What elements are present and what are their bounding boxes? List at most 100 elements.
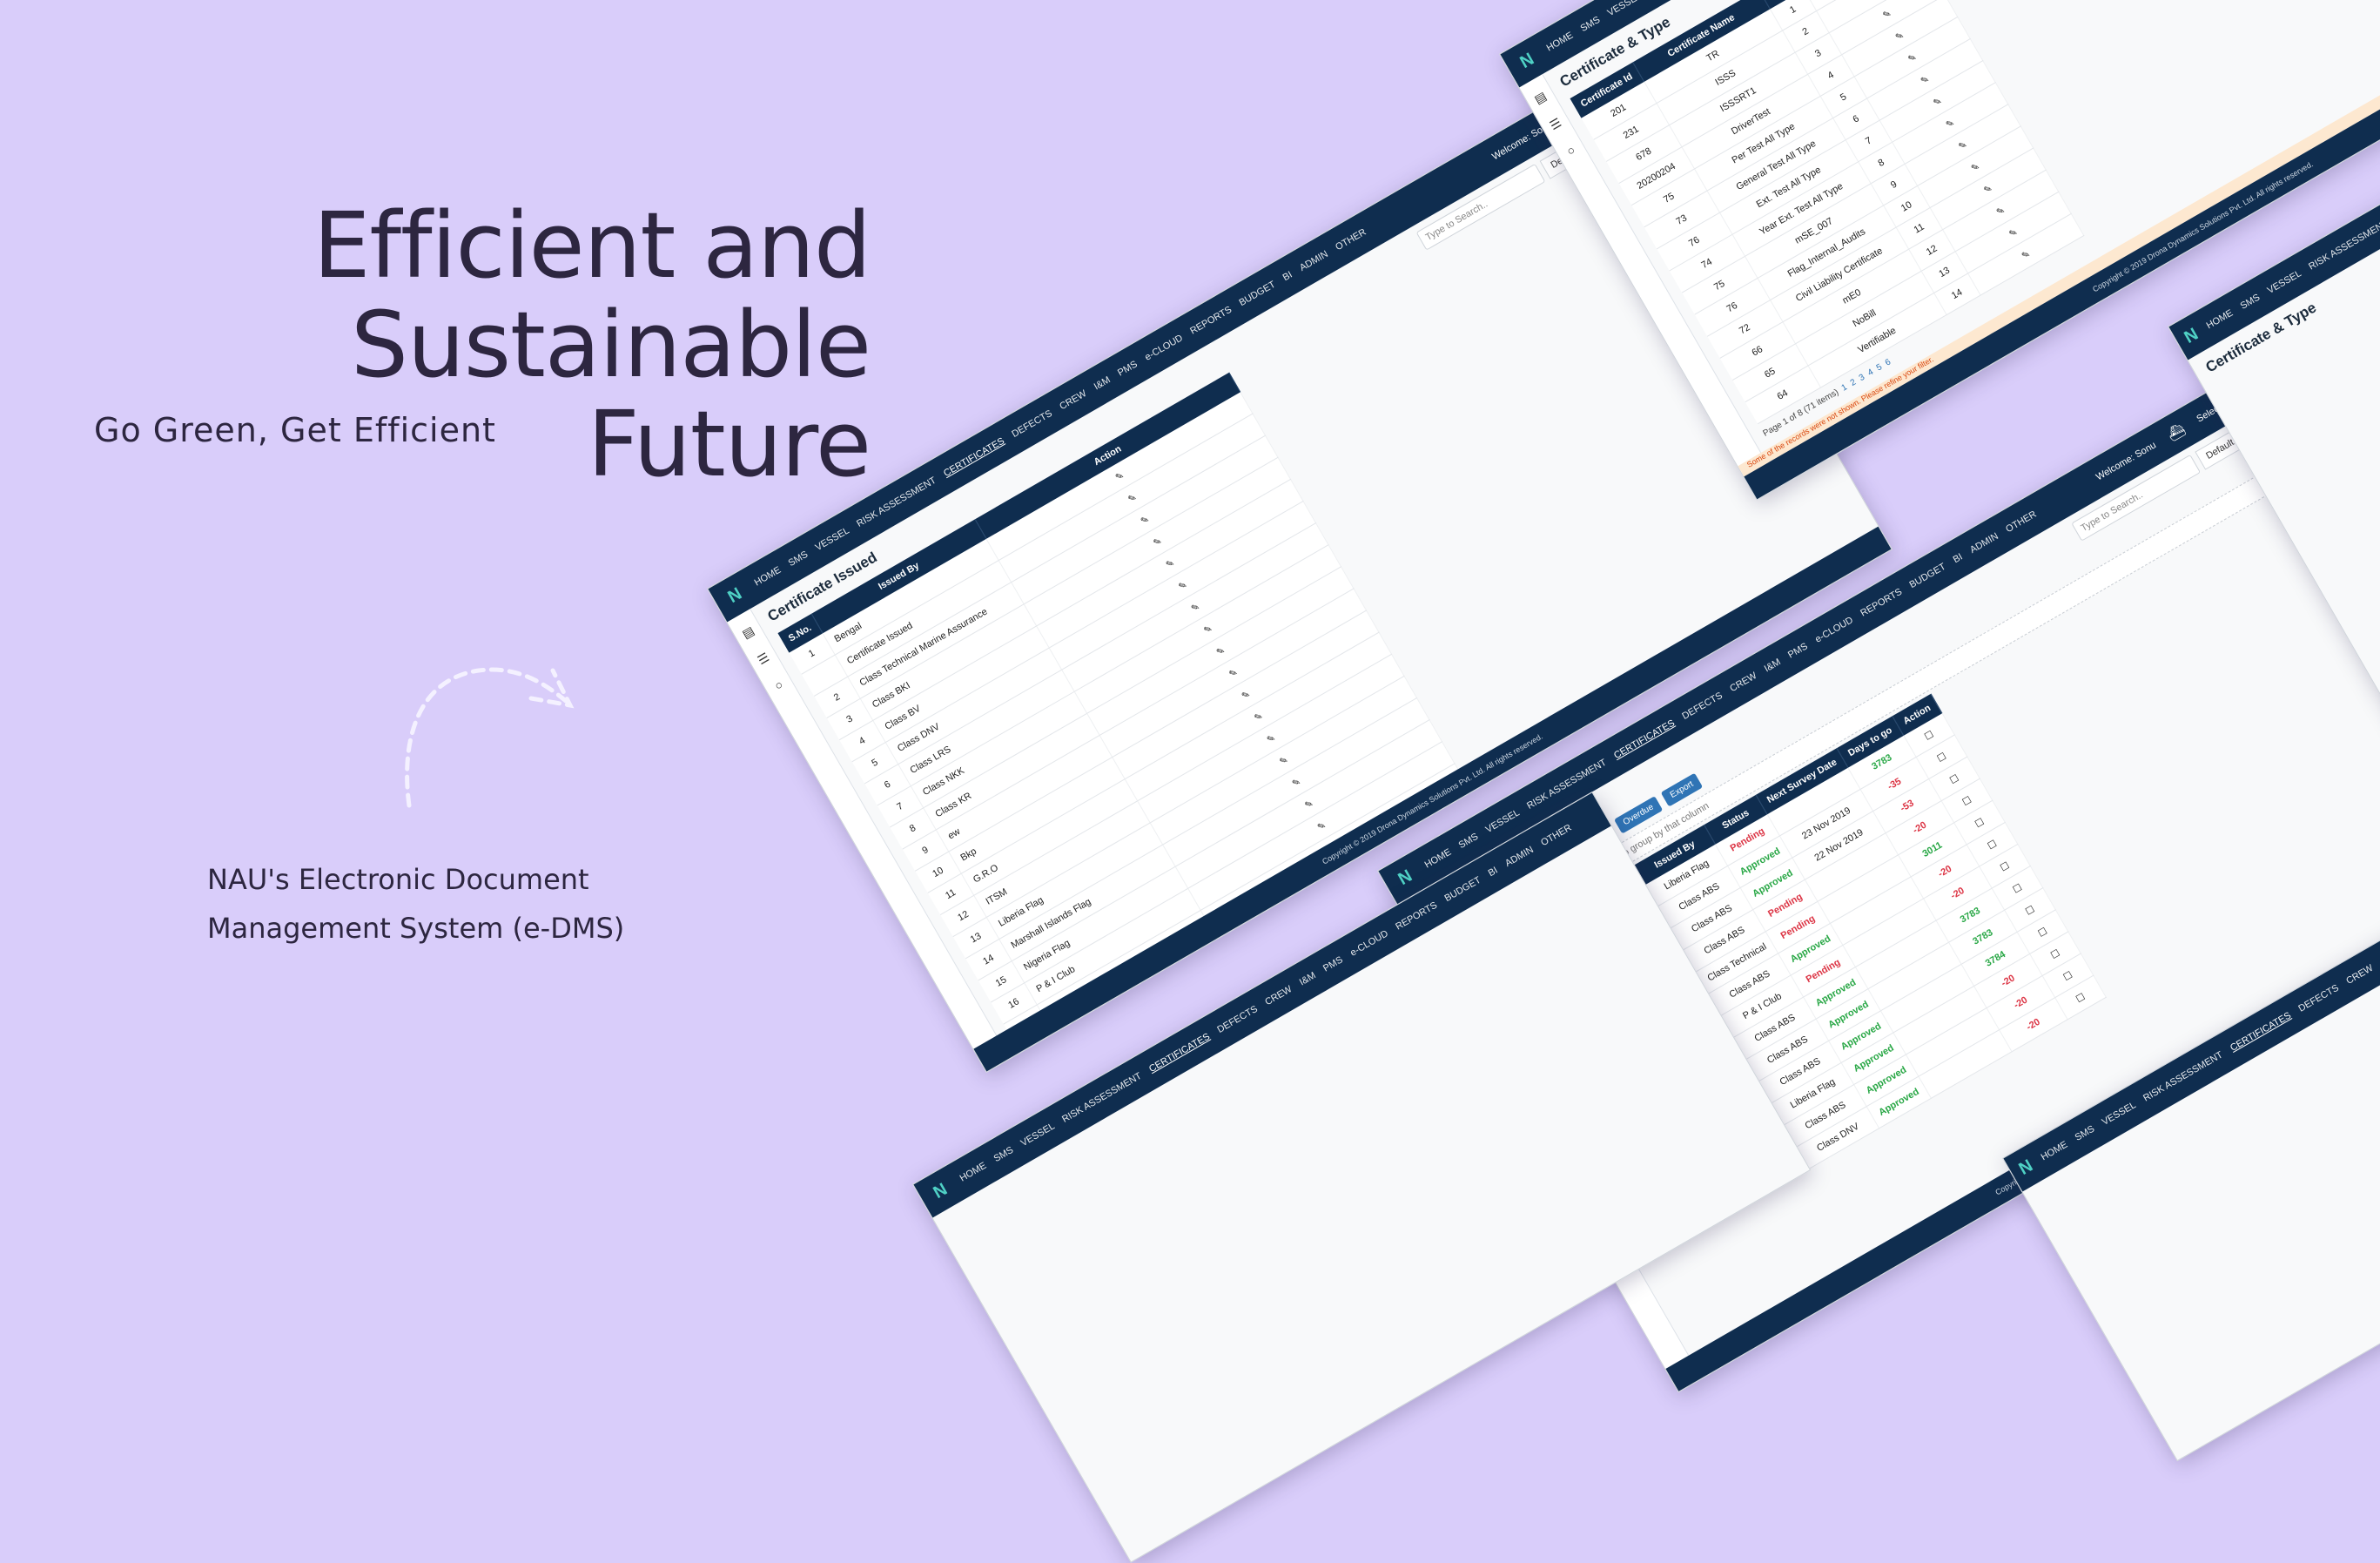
view-icon[interactable]: ☐ <box>1999 860 2012 873</box>
menu-item-vessel[interactable]: VESSEL <box>1606 0 1644 18</box>
menu-item-budget[interactable]: BUDGET <box>1238 280 1278 308</box>
edit-icon[interactable]: ✎ <box>1126 492 1139 505</box>
edit-icon[interactable]: ✎ <box>1202 623 1214 636</box>
menu-item-crew[interactable]: CREW <box>1728 670 1758 694</box>
edit-icon[interactable]: ✎ <box>1969 161 1981 174</box>
edit-icon[interactable]: ✎ <box>1113 470 1126 483</box>
menu-item-admin[interactable]: ADMIN <box>1298 249 1330 273</box>
view-icon[interactable]: ☐ <box>2036 926 2049 939</box>
view-icon[interactable]: ☐ <box>2049 947 2062 960</box>
view-icon[interactable]: ☐ <box>2011 882 2024 895</box>
edit-icon[interactable]: ✎ <box>2020 248 2032 261</box>
edit-icon[interactable]: ✎ <box>1994 205 2007 218</box>
menu-item-defects[interactable]: DEFECTS <box>1010 408 1053 440</box>
edit-icon[interactable]: ✎ <box>1932 95 1944 108</box>
edit-icon[interactable]: ✎ <box>1177 579 1189 592</box>
menu-item-home[interactable]: HOME <box>2040 1139 2070 1162</box>
list-icon[interactable]: ☰ <box>755 650 771 668</box>
edit-icon[interactable]: ✎ <box>1315 819 1328 832</box>
page-link[interactable]: 3 <box>1858 373 1866 383</box>
menu-item-vessel[interactable]: VESSEL <box>1019 1121 1057 1149</box>
circle-icon[interactable]: ○ <box>772 677 785 693</box>
edit-icon[interactable]: ✎ <box>1944 118 1956 131</box>
menu-item-certificates[interactable]: CERTIFICATES <box>1147 1032 1212 1075</box>
list-icon[interactable]: ☰ <box>1547 115 1563 133</box>
menu-item-vessel[interactable]: VESSEL <box>814 525 851 553</box>
menu-item-budget[interactable]: BUDGET <box>1908 562 1948 590</box>
menu-item-defects[interactable]: DEFECTS <box>2296 983 2340 1014</box>
edit-icon[interactable]: ✎ <box>1164 557 1176 570</box>
menu-item-bi[interactable]: BI <box>1281 270 1294 284</box>
edit-icon[interactable]: ✎ <box>1253 711 1265 724</box>
page-link[interactable]: 1 <box>1840 382 1849 393</box>
app-logo[interactable]: N <box>1390 862 1422 893</box>
view-icon[interactable]: ☐ <box>1960 794 1973 807</box>
menu-item-vessel[interactable]: VESSEL <box>2101 1100 2138 1128</box>
edit-icon[interactable]: ✎ <box>1303 798 1315 811</box>
app-logo[interactable]: N <box>720 580 751 611</box>
menu-item-home[interactable]: HOME <box>1545 30 1576 54</box>
edit-icon[interactable]: ✎ <box>1290 776 1302 789</box>
edit-icon[interactable]: ✎ <box>1139 514 1151 527</box>
menu-item-defects[interactable]: DEFECTS <box>1680 691 1724 722</box>
menu-item-crew[interactable]: CREW <box>1058 388 1088 412</box>
menu-item-sms[interactable]: SMS <box>2074 1124 2097 1143</box>
menu-item-e-cloud[interactable]: e-CLOUD <box>1348 928 1390 959</box>
edit-icon[interactable]: ✎ <box>1278 754 1290 767</box>
menu-item-risk-assessment[interactable]: RISK ASSESSMENT <box>1060 1071 1143 1125</box>
edit-icon[interactable]: ✎ <box>1881 8 1893 21</box>
page-link[interactable]: 6 <box>1884 357 1893 367</box>
menu-item-budget[interactable]: BUDGET <box>1443 875 1483 904</box>
menu-item-sms[interactable]: SMS <box>992 1145 1016 1164</box>
view-icon[interactable]: ☐ <box>2024 904 2037 917</box>
menu-item-other[interactable]: OTHER <box>1334 227 1368 253</box>
menu-item-sms[interactable]: SMS <box>1457 832 1481 851</box>
circle-icon[interactable]: ○ <box>1564 143 1577 158</box>
view-icon[interactable]: ☐ <box>1923 729 1936 742</box>
menu-item-reports[interactable]: REPORTS <box>1188 305 1234 337</box>
menu-item-other[interactable]: OTHER <box>1539 823 1573 849</box>
menu-item-sms[interactable]: SMS <box>2239 293 2262 312</box>
menu-item-i-m[interactable]: I&M <box>1093 374 1113 392</box>
app-logo[interactable]: N <box>2015 1155 2038 1181</box>
view-icon[interactable]: ☐ <box>2074 991 2088 1004</box>
menu-item-defects[interactable]: DEFECTS <box>1215 1004 1259 1035</box>
edit-icon[interactable]: ✎ <box>1214 645 1227 658</box>
file-icon[interactable]: ▤ <box>1532 89 1550 107</box>
menu-item-vessel[interactable]: VESSEL <box>1484 807 1522 835</box>
app-logo[interactable]: N <box>1512 45 1543 77</box>
menu-item-reports[interactable]: REPORTS <box>1394 900 1439 933</box>
menu-item-home[interactable]: HOME <box>1423 847 1454 871</box>
view-icon[interactable]: ☐ <box>1986 839 1999 852</box>
menu-item-home[interactable]: HOME <box>753 565 783 589</box>
menu-item-i-m[interactable]: I&M <box>1763 657 1783 674</box>
edit-icon[interactable]: ✎ <box>1227 667 1240 680</box>
edit-icon[interactable]: ✎ <box>1152 536 1164 549</box>
app-logo[interactable]: N <box>2181 323 2203 349</box>
menu-item-pms[interactable]: PMS <box>1786 641 1810 660</box>
menu-item-crew[interactable]: CREW <box>1263 984 1294 1007</box>
menu-item-e-cloud[interactable]: e-CLOUD <box>1813 615 1855 645</box>
menu-item-home[interactable]: HOME <box>2205 307 2235 331</box>
edit-icon[interactable]: ✎ <box>1240 689 1252 702</box>
menu-item-crew[interactable]: CREW <box>2344 963 2375 987</box>
menu-item-reports[interactable]: REPORTS <box>1859 587 1904 619</box>
menu-item-sms[interactable]: SMS <box>787 549 810 569</box>
view-icon[interactable]: ☐ <box>1935 751 1948 764</box>
menu-item-i-m[interactable]: I&M <box>1298 970 1318 987</box>
page-link[interactable]: 4 <box>1866 367 1875 378</box>
menu-item-e-cloud[interactable]: e-CLOUD <box>1143 333 1185 363</box>
ship-icon[interactable]: ⛴ <box>2160 415 2193 448</box>
edit-icon[interactable]: ✎ <box>1919 73 1931 86</box>
app-logo[interactable]: N <box>925 1176 957 1207</box>
menu-item-admin[interactable]: ADMIN <box>1968 531 2000 556</box>
menu-item-vessel[interactable]: VESSEL <box>2266 268 2303 296</box>
view-icon[interactable]: ☐ <box>1973 817 1987 830</box>
view-icon[interactable]: ☐ <box>1948 772 1961 785</box>
menu-item-pms[interactable]: PMS <box>1321 954 1345 974</box>
edit-icon[interactable]: ✎ <box>2007 226 2020 239</box>
edit-icon[interactable]: ✎ <box>1982 183 1994 196</box>
edit-icon[interactable]: ✎ <box>1189 601 1201 614</box>
menu-item-pms[interactable]: PMS <box>1116 359 1140 378</box>
menu-item-bi[interactable]: BI <box>1952 552 1965 566</box>
